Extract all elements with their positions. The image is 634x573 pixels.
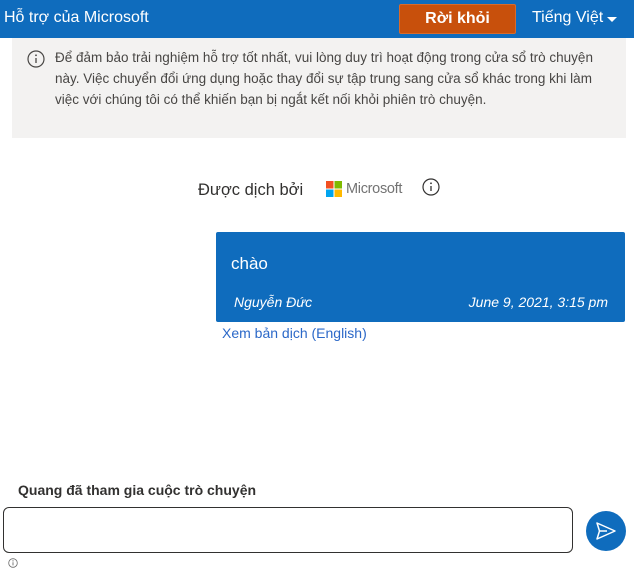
microsoft-logo-icon <box>326 181 342 197</box>
header-title: Hỗ trợ của Microsoft <box>4 9 149 26</box>
info-icon[interactable] <box>422 178 440 201</box>
message-input[interactable] <box>3 507 573 553</box>
message-timestamp: June 9, 2021, 3:15 pm <box>468 294 608 310</box>
notice-text: Để đảm bảo trải nghiệm hỗ trợ tốt nhất, … <box>55 50 593 107</box>
microsoft-wordmark: Microsoft <box>346 181 403 197</box>
joined-status: Quang đã tham gia cuộc trò chuyện <box>18 482 257 498</box>
language-selector[interactable]: Tiếng Việt <box>532 9 618 27</box>
translated-by-label: Được dịch bởi <box>198 181 304 199</box>
message-text: chào <box>231 254 268 273</box>
view-translation-link[interactable]: Xem bản dịch (English) <box>222 325 367 341</box>
chat-header: Hỗ trợ của Microsoft Rời khỏi Tiếng Việt <box>0 0 634 38</box>
info-icon <box>27 50 45 73</box>
info-icon[interactable] <box>8 555 18 573</box>
leave-button[interactable]: Rời khỏi <box>399 4 516 34</box>
message-author: Nguyễn Đức <box>234 294 313 310</box>
message-bubble: chào Nguyễn Đức June 9, 2021, 3:15 pm <box>216 232 625 322</box>
send-icon <box>596 522 616 540</box>
chevron-down-icon <box>607 16 618 22</box>
translated-by: Được dịch bởi Microsoft <box>198 178 448 202</box>
send-button[interactable] <box>586 511 626 551</box>
language-label: Tiếng Việt <box>532 9 604 26</box>
focus-notice: Để đảm bảo trải nghiệm hỗ trợ tốt nhất, … <box>12 38 626 138</box>
